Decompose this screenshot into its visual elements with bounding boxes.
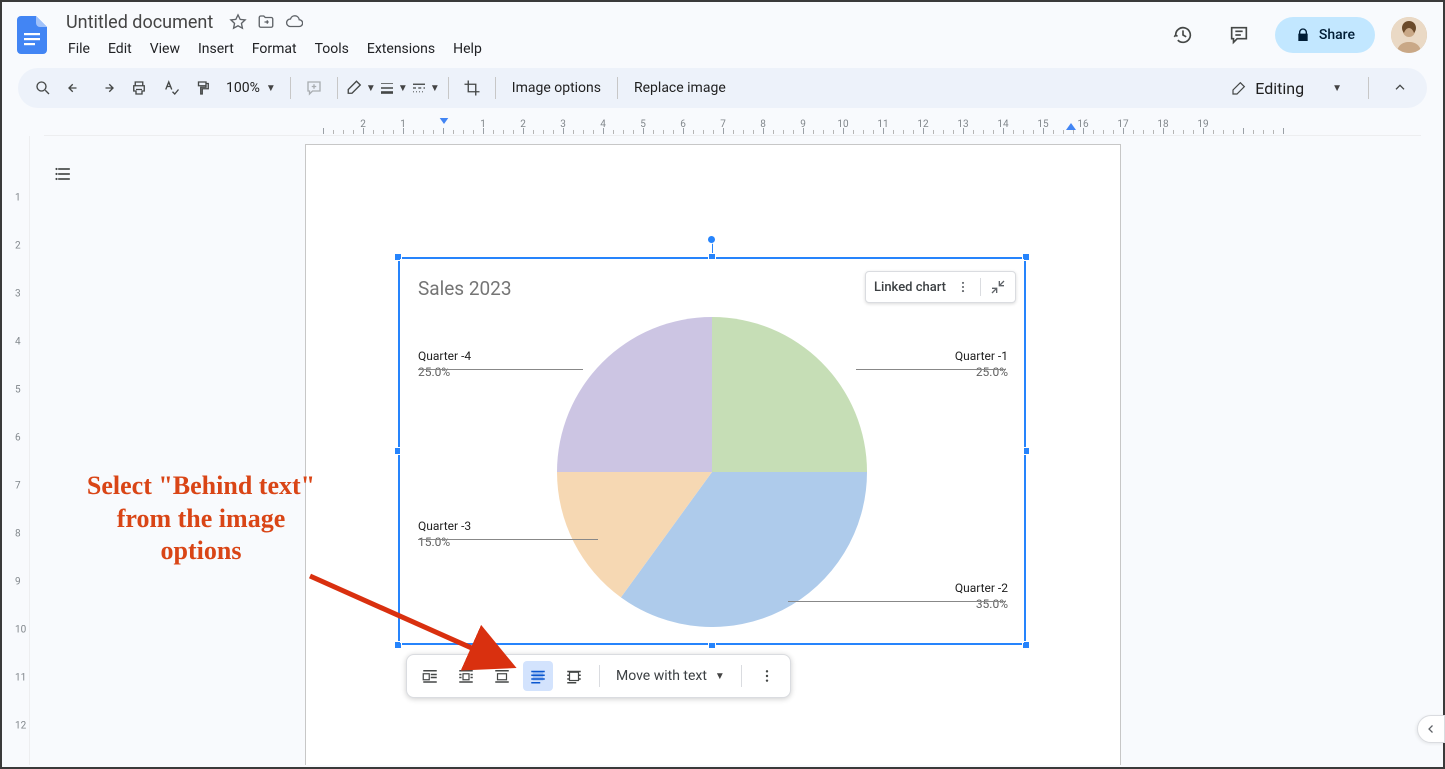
header-right: Share [1163,15,1427,55]
undo-icon[interactable] [60,73,90,103]
show-side-panel-icon[interactable] [1417,715,1445,743]
leader-q1 [856,369,1006,370]
spellcheck-icon[interactable] [156,73,186,103]
leader-q3 [418,539,598,540]
break-text-icon[interactable] [487,661,517,691]
separator [1368,77,1369,99]
slice-label-q3: Quarter -315.0% [418,519,471,550]
menu-format[interactable]: Format [244,37,305,61]
document-title[interactable]: Untitled document [60,10,219,35]
caret-down-icon: ▼ [715,671,725,682]
separator [448,77,449,99]
border-dash-icon[interactable]: ▼ [410,73,440,103]
paint-format-icon[interactable] [188,73,218,103]
caret-down-icon: ▼ [266,83,276,94]
separator [495,77,496,99]
caret-down-icon: ▼ [430,83,440,94]
separator [599,665,600,687]
title-area: Untitled document File Edit View Insert … [60,10,1163,61]
star-icon[interactable] [229,13,247,31]
editing-mode-button[interactable]: Editing ▼ [1219,79,1354,98]
border-color-icon[interactable]: ▼ [346,73,376,103]
wrap-text-icon[interactable] [451,661,481,691]
replace-image-button[interactable]: Replace image [626,80,734,96]
separator [337,77,338,99]
menu-insert[interactable]: Insert [190,37,242,61]
annotation-text: Select "Behind text" from the image opti… [76,470,326,568]
collapse-toolbar-icon[interactable] [1383,71,1417,105]
avatar[interactable] [1391,17,1427,53]
search-icon[interactable] [28,73,58,103]
horizontal-ruler[interactable]: 2112345678910111213141516171819 [44,118,1421,136]
menu-view[interactable]: View [142,37,188,61]
chart-title: Sales 2023 [418,277,512,300]
menu-extensions[interactable]: Extensions [359,37,443,61]
menu-edit[interactable]: Edit [100,37,140,61]
menu-help[interactable]: Help [445,37,490,61]
comments-icon[interactable] [1219,15,1259,55]
in-front-of-text-icon[interactable] [559,661,589,691]
lock-icon [1295,27,1311,43]
caret-down-icon: ▼ [1332,83,1342,94]
outline-toggle-icon[interactable] [46,156,82,192]
vertical-ruler[interactable]: 112345678910111213 [12,136,30,765]
leader-q4 [418,369,583,370]
menu-file[interactable]: File [60,37,98,61]
caret-down-icon: ▼ [398,83,408,94]
docs-logo[interactable] [12,15,52,55]
separator [617,77,618,99]
redo-icon[interactable] [92,73,122,103]
image-options-button[interactable]: Image options [504,80,609,96]
separator [290,77,291,99]
zoom-select[interactable]: 100%▼ [220,80,282,96]
slice-label-q4: Quarter -425.0% [418,349,471,380]
unlink-collapse-icon[interactable] [989,278,1007,296]
slice-label-q1: Quarter -125.0% [955,349,1008,380]
separator [980,278,981,296]
cloud-status-icon[interactable] [285,13,303,31]
share-button[interactable]: Share [1275,17,1375,53]
app-header: Untitled document File Edit View Insert … [2,2,1443,62]
menu-bar: File Edit View Insert Format Tools Exten… [60,37,1163,61]
linked-chart-label[interactable]: Linked chart [874,280,946,295]
more-vert-icon[interactable] [954,278,972,296]
caret-down-icon: ▼ [366,83,376,94]
pencil-icon [1231,80,1247,96]
move-folder-icon[interactable] [257,13,275,31]
linked-chart-toolbar: Linked chart [865,271,1016,303]
leader-q2 [788,601,1006,602]
menu-tools[interactable]: Tools [307,37,357,61]
separator [741,665,742,687]
pie-chart: Sales 2023 Linked chart Quarter -125.0% [400,259,1024,643]
print-icon[interactable] [124,73,154,103]
pie-svg [557,317,867,627]
rotation-handle[interactable] [707,235,716,244]
wrap-inline-icon[interactable] [415,661,445,691]
image-wrap-toolbar: Move with text▼ [406,654,791,698]
behind-text-icon[interactable] [523,661,553,691]
toolbar: 100%▼ ▼ ▼ ▼ Image options Replace image … [18,68,1427,108]
move-with-text-dropdown[interactable]: Move with text▼ [610,668,731,684]
chart-selection[interactable]: Sales 2023 Linked chart Quarter -125.0% [398,257,1026,645]
history-icon[interactable] [1163,15,1203,55]
add-comment-icon [299,73,329,103]
more-vert-icon[interactable] [752,661,782,691]
slice-label-q2: Quarter -235.0% [955,581,1008,612]
crop-icon[interactable] [457,73,487,103]
share-label: Share [1319,27,1355,43]
border-weight-icon[interactable]: ▼ [378,73,408,103]
